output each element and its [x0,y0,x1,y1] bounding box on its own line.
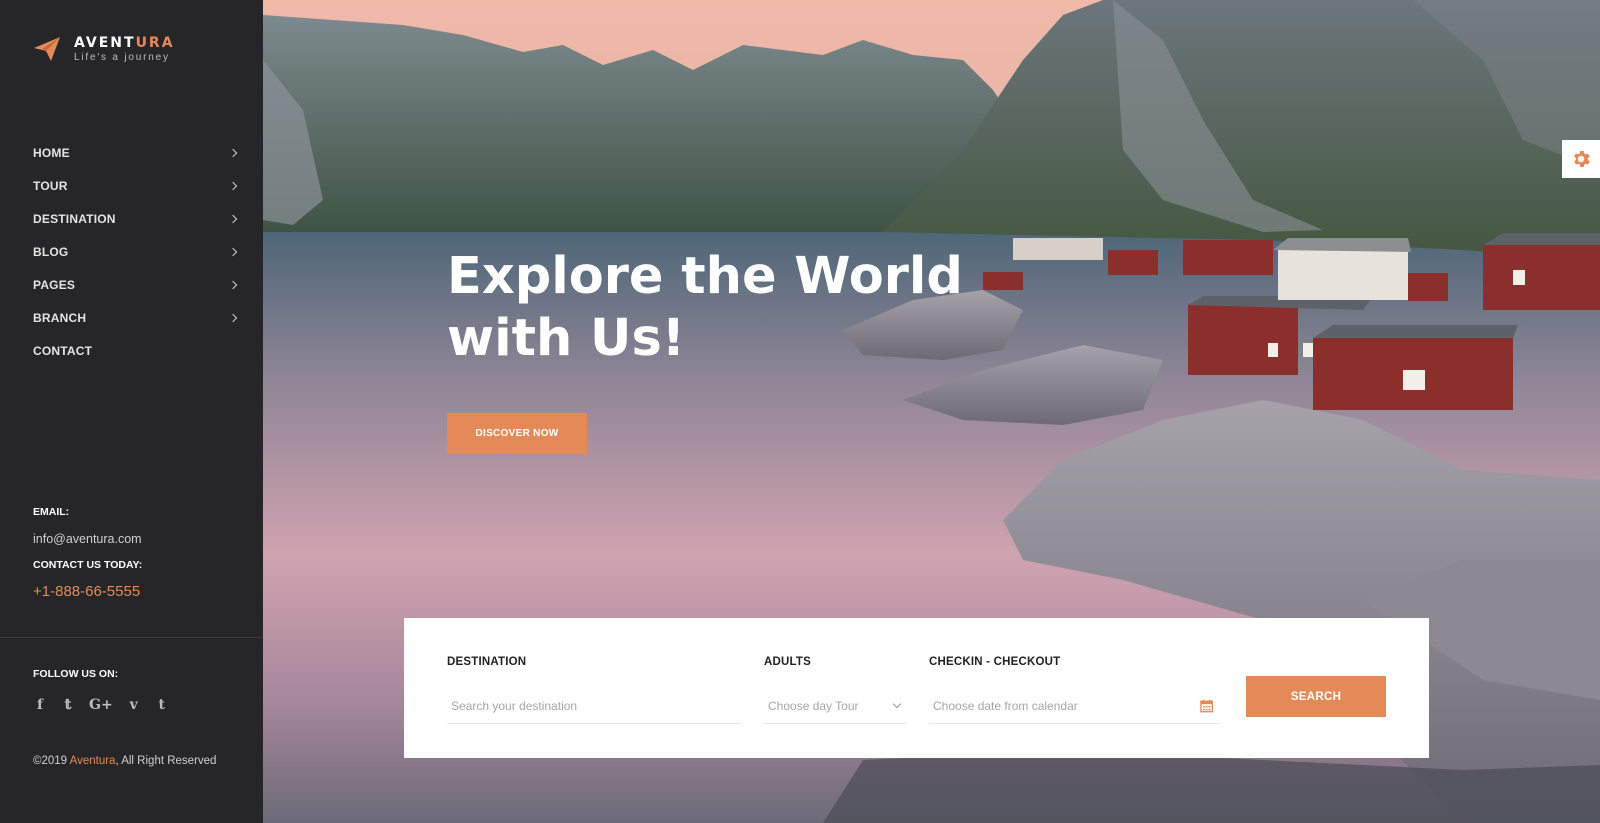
paper-plane-icon [34,37,60,61]
logo[interactable]: AVENTURA Life's a journey [33,35,175,63]
calendar-icon[interactable] [1199,699,1213,713]
follow-label: FOLLOW US ON: [33,668,119,680]
tumblr-icon[interactable]: t [155,697,169,713]
phone-link[interactable]: +1-888-66-5555 [33,583,142,600]
hero-section: Explore the World with Us! DISCOVER NOW D… [263,0,1600,823]
adults-select-value: Choose day Tour [768,698,859,713]
nav-item-tour[interactable]: TOUR [33,169,238,202]
discover-now-button[interactable]: DISCOVER NOW [447,413,587,454]
email-label: EMAIL: [33,506,70,518]
social-links: f 𝕥 G+ v t [33,697,169,713]
facebook-icon[interactable]: f [33,697,47,713]
nav-item-branch[interactable]: BRANCH [33,301,238,334]
nav-item-pages[interactable]: PAGES [33,268,238,301]
gear-icon [1574,151,1590,167]
nav-item-home[interactable]: HOME [33,136,238,169]
settings-toggle[interactable] [1562,140,1600,178]
social-section: FOLLOW US ON: f 𝕥 G+ v t [33,668,169,713]
nav-item-destination[interactable]: DESTINATION [33,202,238,235]
main-nav: HOME TOUR DESTINATION BLOG PAGES BRANCH … [33,136,238,367]
brand-tagline: Life's a journey [74,52,170,63]
google-plus-icon[interactable]: G+ [89,697,113,713]
chevron-right-icon [228,247,238,256]
adults-label: ADULTS [764,656,811,668]
email-link[interactable]: info@aventura.com [33,532,142,546]
vimeo-icon[interactable]: v [127,697,141,713]
chevron-right-icon [228,313,238,322]
adults-select[interactable]: Choose day Tour [764,688,906,724]
hero-title: Explore the World with Us! [447,247,963,368]
adults-field: ADULTS Choose day Tour [764,656,906,724]
search-panel: DESTINATION ADULTS Choose day Tour CHECK… [404,618,1429,758]
sidebar-divider [0,637,263,638]
dates-label: CHECKIN - CHECKOUT [929,656,1061,668]
chevron-right-icon [228,148,238,157]
chevron-right-icon [228,280,238,289]
copyright-brand-link[interactable]: Aventura [70,755,116,767]
chevron-right-icon [228,214,238,223]
search-button[interactable]: SEARCH [1246,676,1386,717]
chevron-right-icon [228,181,238,190]
phone-label: CONTACT US TODAY: [33,559,143,571]
nav-item-blog[interactable]: BLOG [33,235,238,268]
nav-item-contact[interactable]: CONTACT [33,334,238,367]
destination-label: DESTINATION [447,656,527,668]
twitter-icon[interactable]: 𝕥 [61,697,75,713]
dates-field: CHECKIN - CHECKOUT [929,656,1219,724]
copyright: ©2019 Aventura, All Right Reserved [33,755,217,767]
destination-field: DESTINATION [447,656,741,724]
sidebar: AVENTURA Life's a journey HOME TOUR DEST… [0,0,263,823]
contact-info: EMAIL: info@aventura.com CONTACT US TODA… [33,506,142,600]
chevron-down-icon [892,699,902,708]
brand-name: AVENTURA [74,35,175,51]
destination-input[interactable] [451,698,735,713]
dates-input[interactable] [933,698,1200,713]
